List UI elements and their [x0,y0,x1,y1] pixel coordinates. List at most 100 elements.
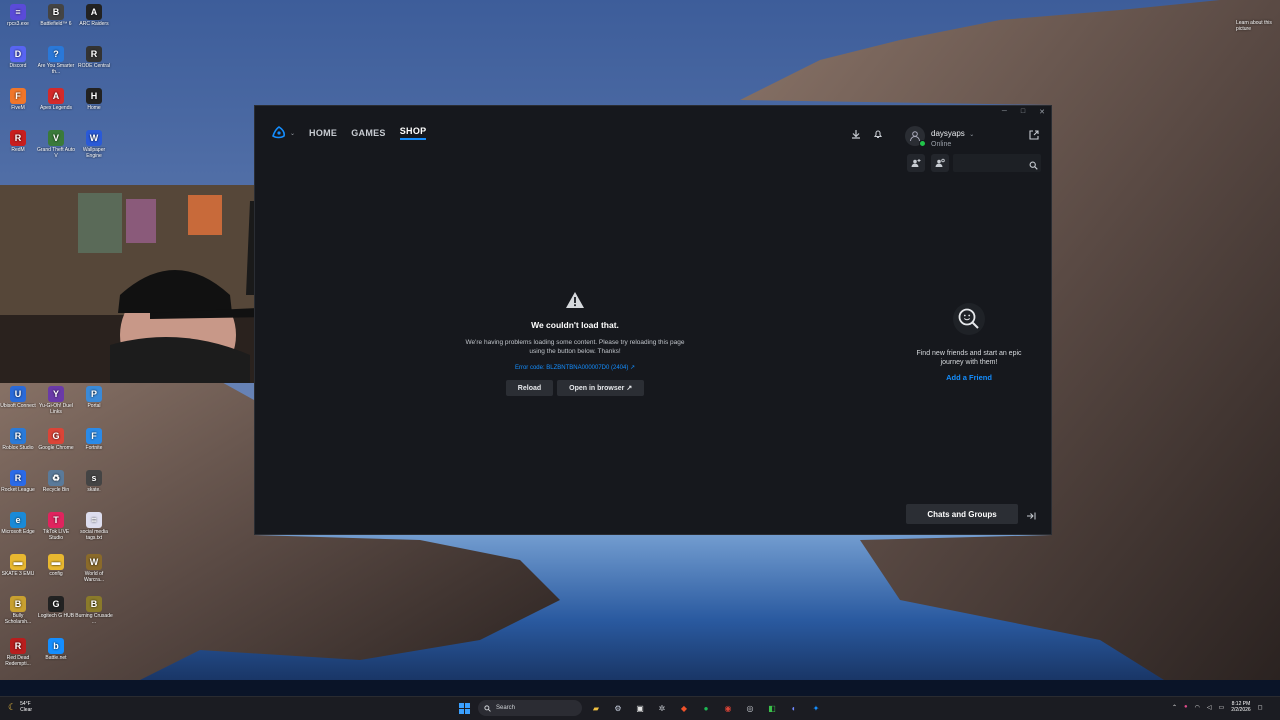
steam-icon[interactable]: ⚙ [610,700,626,716]
terminal-icon[interactable]: ▣ [632,700,648,716]
maximize-icon[interactable]: □ [1021,108,1025,116]
app-icon: e [10,512,26,528]
reload-button[interactable]: Reload [505,380,554,396]
desktop-icon[interactable]: R RedM [0,130,37,153]
app-icon: R [10,638,26,654]
desktop-icon[interactable]: ▬ config [37,554,75,577]
close-icon[interactable]: ✕ [1039,108,1045,116]
discord-icon[interactable]: ◐ [786,700,802,716]
battery-icon[interactable]: ▭ [1219,704,1225,711]
clock-date: 2/2/2026 [1231,707,1251,713]
desktop-icon[interactable]: Y Yu-Gi-Oh! Duel Links [37,386,75,415]
app-icon: A [48,88,64,104]
desktop-icon[interactable]: G Google Chrome [37,428,75,451]
chevron-up-icon[interactable]: ⌃ [1172,704,1177,711]
error-panel: We couldn't load that. We're having prob… [465,291,685,396]
friends-search-input[interactable] [953,154,1041,172]
desktop-icon[interactable]: ≡ social media tags.txt [75,512,113,541]
open-in-browser-button[interactable]: Open in browser ↗ [557,380,645,396]
profile-menu[interactable]: daysyaps ⌄ Online [905,123,974,148]
desktop-icon-label: Battlefield™ 6 [40,21,72,27]
clock[interactable]: 8:12 PM 2/2/2026 [1231,701,1250,713]
battlenet-logo-menu[interactable]: ⌄ [271,126,295,140]
chrome-icon[interactable]: ◉ [720,700,736,716]
desktop-icon[interactable]: B Bully Scholarsh... [0,596,37,625]
nav-home[interactable]: HOME [309,128,337,138]
add-friend-button[interactable] [907,154,925,172]
desktop-icon[interactable]: R RODE Central [75,46,113,69]
desktop-icon[interactable]: F FiveM [0,88,37,111]
app-icon: B [86,596,102,612]
app-icon: U [10,386,26,402]
battlenet-logo-icon [272,126,285,139]
app-icon: H [86,88,102,104]
desktop-icon-label: World of Warcra... [83,571,105,583]
desktop-icon[interactable]: H Home [75,88,113,111]
spotify-icon[interactable]: ● [698,700,714,716]
taskbar-search[interactable]: Search [478,700,582,716]
app-icon: Y [48,386,64,402]
desktop-icon[interactable]: A Apex Legends [37,88,75,111]
chats-and-groups-button[interactable]: Chats and Groups [906,504,1018,524]
app-icon: R [86,46,102,62]
desktop-icon[interactable]: G Logitech G HUB [37,596,75,619]
app-icon: P [86,386,102,402]
desktop-icon[interactable]: R Rocket League [0,470,37,493]
desktop-icon[interactable]: W Wallpaper Engine [75,130,113,159]
nav-games[interactable]: GAMES [351,128,386,138]
error-code-link[interactable]: Error code: BLZBNTBNA000007D0 (2404) ↗ [465,364,685,371]
desktop-icon-label: Portal [87,403,101,409]
volume-icon[interactable]: ◁ [1207,704,1212,711]
desktop-icon[interactable]: s skate. [75,470,113,493]
learn-about-picture[interactable]: Learn about this picture [1236,20,1276,32]
desktop-icon-label: Bully Scholarsh... [4,613,32,625]
notification-bell-icon[interactable] [873,126,883,144]
weather-widget[interactable]: ☾ 54°F Clear [8,701,32,713]
desktop-icon[interactable]: ≡ rpcs3.exe [0,4,37,27]
desktop-icon[interactable]: D Discord [0,46,37,69]
user-icon [910,130,920,141]
desktop-icon[interactable]: W World of Warcra... [75,554,113,583]
settings-icon[interactable]: ✲ [654,700,670,716]
app-icon: ▬ [48,554,64,570]
online-status-dot [919,139,926,147]
desktop-icon[interactable]: T TikTok LIVE Studio [37,512,75,541]
desktop-icon-label: FiveM [11,105,25,111]
obs-icon[interactable]: ◎ [742,700,758,716]
start-button[interactable] [456,700,472,716]
desktop-icon[interactable]: e Microsoft Edge [0,512,37,535]
wifi-icon[interactable]: ◠ [1195,704,1200,711]
nav-shop[interactable]: SHOP [399,126,427,140]
popout-icon[interactable] [1029,127,1039,145]
brave-icon[interactable]: ◆ [676,700,692,716]
avatar [905,125,926,147]
desktop-icon[interactable]: V Grand Theft Auto V [37,130,75,159]
desktop-icon[interactable]: R Roblox Studio [0,428,37,451]
desktop-icon[interactable]: ▬ SKATE 3 EMU [0,554,37,577]
manage-friends-button[interactable] [931,154,949,172]
file-explorer-icon[interactable]: ▰ [588,700,604,716]
minimize-icon[interactable]: ─ [1002,108,1007,116]
desktop-icon-label: Ubisoft Connect [0,403,36,409]
search-icon [1029,157,1038,175]
desktop-icon[interactable]: F Fortnite [75,428,113,451]
desktop-icon[interactable]: ? Are You Smarter th... [37,46,75,75]
collapse-sidebar-icon[interactable] [1026,508,1036,526]
desktop-icon[interactable]: ♻ Recycle Bin [37,470,75,493]
desktop-icon[interactable]: A ARC Raiders [75,4,113,27]
window-controls: ─ □ ✕ [1002,108,1045,116]
desktop-icon[interactable]: R Red Dead Redempti... [0,638,37,667]
notifications-icon[interactable]: ◻ [1258,704,1263,711]
download-icon[interactable] [851,126,861,144]
microphone-icon[interactable]: ● [1184,704,1188,710]
desktop-icon[interactable]: P Portal [75,386,113,409]
battlenet-taskbar-icon[interactable]: ✦ [808,700,824,716]
app-icon: R [10,470,26,486]
xbox-icon[interactable]: ◧ [764,700,780,716]
desktop-icon[interactable]: b Battle.net [37,638,75,661]
desktop-icon[interactable]: U Ubisoft Connect [0,386,37,409]
add-a-friend-link[interactable]: Add a Friend [905,373,1033,382]
desktop-icon[interactable]: B Burning Crusade ... [75,596,113,625]
desktop-icon[interactable]: B Battlefield™ 6 [37,4,75,27]
app-icon: R [10,428,26,444]
